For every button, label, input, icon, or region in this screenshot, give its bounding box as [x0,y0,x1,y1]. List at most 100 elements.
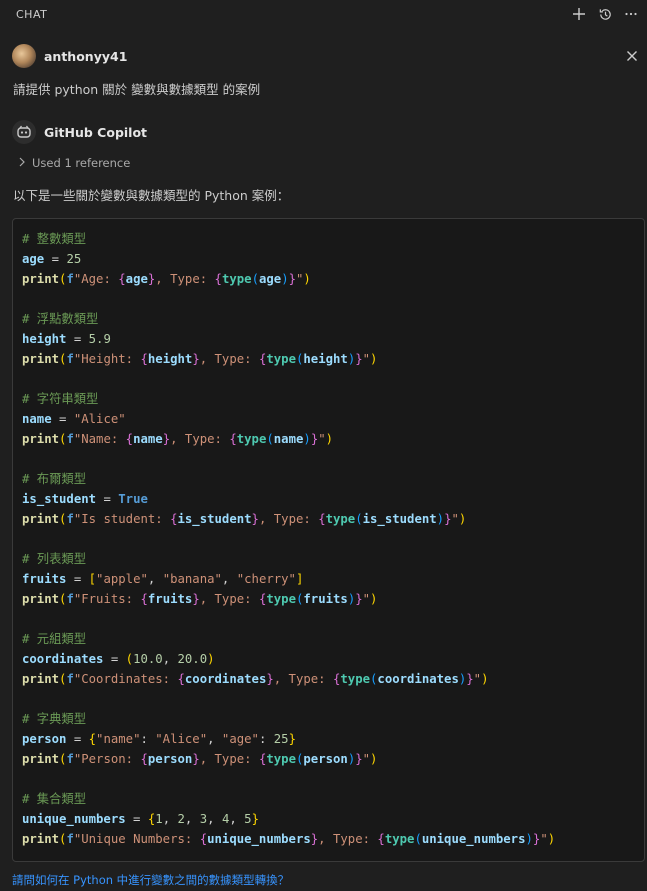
code-token: type [266,352,296,366]
code-token: unique_numbers [207,832,311,846]
code-token: ( [355,512,363,526]
code-token: { [199,832,208,846]
code-token: person [147,752,193,766]
code-token: { [88,732,97,746]
code-token: } [192,592,200,606]
code-token: "Person: [73,752,141,766]
code-token: ) [547,832,556,846]
code-token: ( [125,652,134,666]
code-token: { [377,832,385,846]
code-token: unique_numbers [421,832,526,846]
code-token: "banana" [162,572,222,586]
code-token: age [125,272,148,286]
code-token: is_student [22,492,97,506]
code-line: print(f"Is student: {is_student}, Type: … [22,509,555,529]
code-token: # 整數類型 [22,232,86,246]
copilot-icon [12,120,36,144]
code-line: # 字符串類型 [22,389,555,409]
code-line: height = 5.9 [22,329,555,349]
code-token: , [162,812,178,826]
code-token: type [266,592,296,606]
code-token: type [384,832,415,846]
code-line: coordinates = (10.0, 20.0) [22,649,555,669]
code-token: age [258,272,282,286]
code-token: } [192,752,200,766]
username: anthonyy41 [44,48,128,64]
code-token: # 字符串類型 [22,392,99,406]
code-token: type [236,432,267,446]
code-line: print(f"Height: {height}, Type: {type(he… [22,349,555,369]
used-reference-label: Used 1 reference [32,156,131,170]
code-token: type [266,752,296,766]
code-token: : [258,732,274,746]
code-block[interactable]: # 整數類型 age = 25 print(f"Age: {age}, Type: … [12,218,645,862]
code-token: True [118,492,148,506]
code-token: , Type: [155,272,215,286]
code-token: print [22,752,60,766]
code-token: , Type: [199,752,259,766]
more-icon[interactable] [621,4,641,24]
code-line: print(f"Person: {person}, Type: {type(pe… [22,749,555,769]
code-token: { [140,352,148,366]
close-icon[interactable] [623,47,641,65]
code-token: # 布爾類型 [22,472,86,486]
code-token: " [318,432,326,446]
code-token: } [288,732,296,746]
code-token: : [140,732,156,746]
code-token: "Coordinates: [73,672,178,686]
code-token: print [22,272,60,286]
code-line: print(f"Name: {name}, Type: {type(name)}… [22,429,555,449]
followup-suggestion[interactable]: 請問如何在 Python 中進行變數之間的數據類型轉換？ [12,872,289,888]
code-token: , [147,572,163,586]
code-token: " [540,832,548,846]
code-line: print(f"Coordinates: {coordinates}, Type… [22,669,555,689]
code-token: coordinates [22,652,104,666]
code-token: } [466,672,474,686]
code-token: "cherry" [236,572,296,586]
code-token: ( [266,432,274,446]
panel-title: CHAT [16,8,48,21]
history-icon[interactable] [595,4,615,24]
code-token: = [96,492,119,506]
code-token: , [184,812,200,826]
code-token: person [22,732,67,746]
code-token: " [451,512,459,526]
code-token: print [22,512,60,526]
code-token: ) [481,672,489,686]
code-line: # 浮點數類型 [22,309,555,329]
code-token: ( [414,832,422,846]
code-token: "Unique Numbers: [73,832,200,846]
code-token: fruits [22,572,67,586]
code-token: 3 [199,812,208,826]
code-token: } [162,432,171,446]
plus-icon[interactable] [569,4,589,24]
code-token: , [207,812,222,826]
code-line: print(f"Unique Numbers: {unique_numbers}… [22,829,555,849]
code-token: ) [370,592,378,606]
code-token: { [140,592,148,606]
code-line: unique_numbers = {1, 2, 3, 4, 5} [22,809,555,829]
code-token: " [362,592,371,606]
code-token: f [66,512,74,526]
user-message-header: anthonyy41 [12,44,127,68]
code-token: "Name: [73,432,126,446]
code-token: type [340,672,371,686]
code-token: "Age: [73,272,119,286]
code-token: ) [370,352,378,366]
code-token: = [125,812,148,826]
code-token: , Type: [318,832,378,846]
used-reference-toggle[interactable]: Used 1 reference [18,156,130,170]
code-token: } [251,812,259,826]
code-line: print(f"Fruits: {fruits}, Type: {type(fr… [22,589,555,609]
code-line: fruits = ["apple", "banana", "cherry"] [22,569,555,589]
code-token: 25 [273,732,289,746]
code-token: } [355,352,363,366]
code-token: print [22,432,60,446]
code-token: fruits [303,592,348,606]
code-token: , Type: [273,672,333,686]
code-token: type [325,512,356,526]
code-token: "apple" [96,572,148,586]
